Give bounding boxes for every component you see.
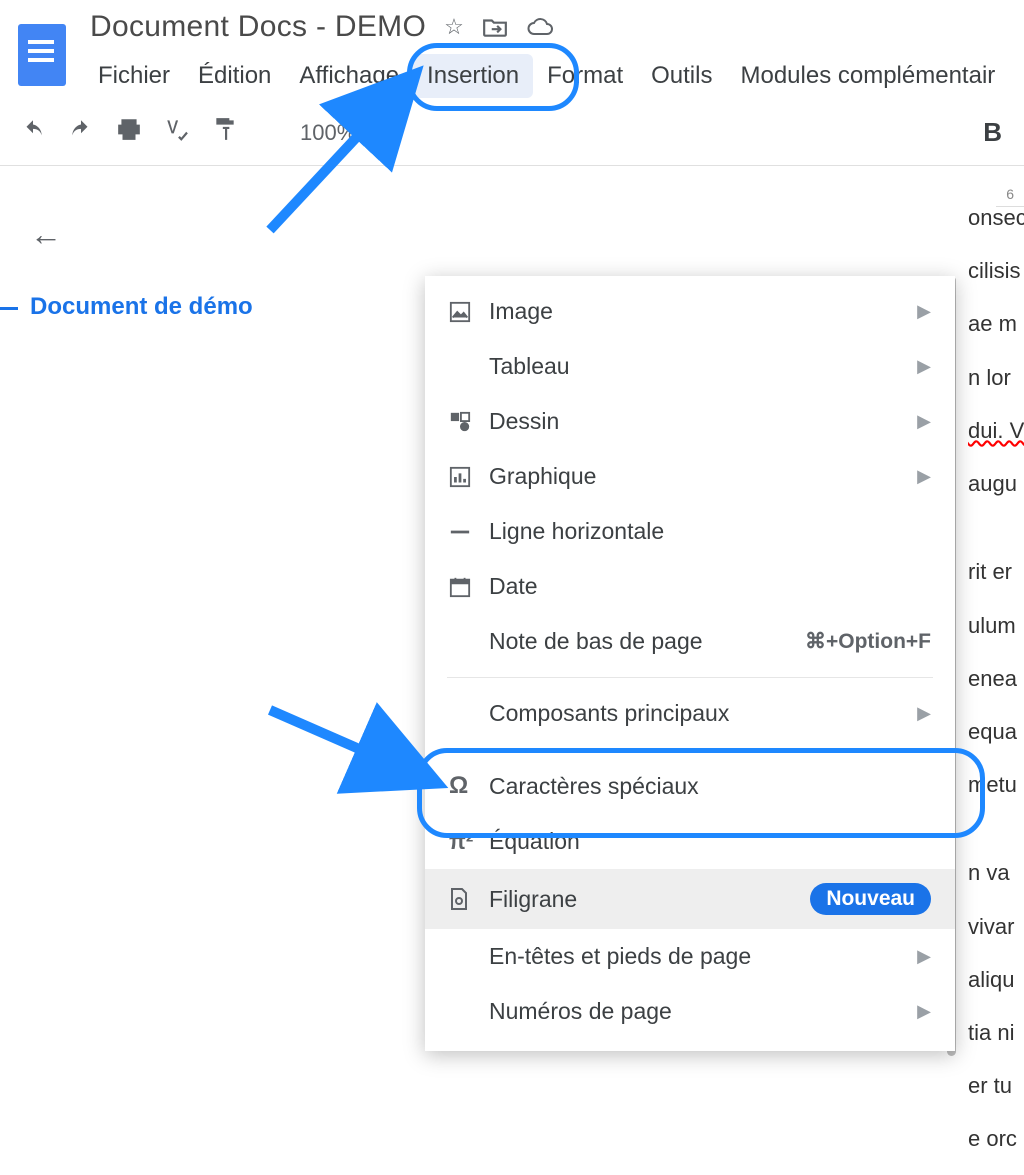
menu-file[interactable]: Fichier	[84, 54, 184, 98]
chevron-right-icon: ▶	[917, 411, 931, 432]
menu-item-drawing[interactable]: Dessin ▶	[425, 394, 955, 449]
menu-item-headers-footers[interactable]: En-têtes et pieds de page ▶	[425, 929, 955, 984]
title-area: Document Docs - DEMO ☆ Fichier Édition A…	[78, 10, 1024, 98]
star-icon[interactable]: ☆	[444, 14, 464, 40]
menubar: Fichier Édition Affichage Insertion Form…	[78, 54, 1024, 98]
menu-view[interactable]: Affichage	[285, 54, 413, 98]
cloud-status-icon[interactable]	[526, 17, 554, 37]
menu-tools[interactable]: Outils	[637, 54, 726, 98]
menu-item-chart[interactable]: Graphique ▶	[425, 449, 955, 504]
outline-panel: ← Document de démo	[0, 166, 420, 966]
menu-edit[interactable]: Édition	[184, 54, 285, 98]
main-area: ← Document de démo Image ▶ Tableau ▶ Des…	[0, 166, 1024, 966]
header: Document Docs - DEMO ☆ Fichier Édition A…	[0, 0, 1024, 98]
menu-item-date[interactable]: Date	[425, 559, 955, 614]
menu-item-footnote[interactable]: Note de bas de page ⌘+Option+F	[425, 614, 955, 669]
menu-separator	[447, 749, 933, 750]
chevron-right-icon: ▶	[917, 946, 931, 967]
shortcut-label: ⌘+Option+F	[805, 629, 931, 654]
menu-item-table[interactable]: Tableau ▶	[425, 339, 955, 394]
calendar-icon	[449, 576, 489, 598]
menu-item-special-chars[interactable]: Ω Caractères spéciaux	[425, 758, 955, 814]
watermark-icon	[449, 887, 489, 911]
chevron-right-icon: ▶	[917, 703, 931, 724]
menu-item-building-blocks[interactable]: Composants principaux ▶	[425, 686, 955, 741]
drawing-icon	[449, 411, 489, 433]
chevron-right-icon: ▶	[917, 1001, 931, 1022]
document-title[interactable]: Document Docs - DEMO	[90, 10, 426, 44]
insert-dropdown: Image ▶ Tableau ▶ Dessin ▶ Graphique ▶	[425, 276, 955, 1051]
undo-icon[interactable]	[20, 117, 46, 148]
document-text-peek: onsec cilisis ae m n lor dui. V augu rit…	[968, 200, 1024, 1175]
horizontal-line-icon	[449, 521, 489, 543]
image-icon	[449, 301, 489, 323]
chart-icon	[449, 466, 489, 488]
move-folder-icon[interactable]	[482, 16, 508, 38]
bold-button[interactable]: B	[983, 117, 1002, 148]
zoom-level[interactable]: 100%	[300, 120, 356, 146]
toolbar: 100% B	[0, 98, 1024, 166]
menu-item-horizontal-line[interactable]: Ligne horizontale	[425, 504, 955, 559]
menu-item-equation[interactable]: π² Équation	[425, 814, 955, 869]
redo-icon[interactable]	[68, 117, 94, 148]
chevron-right-icon: ▶	[917, 301, 931, 322]
spellcheck-icon[interactable]	[164, 116, 190, 149]
new-badge: Nouveau	[810, 883, 931, 915]
docs-logo[interactable]	[16, 20, 68, 90]
menu-format[interactable]: Format	[533, 54, 637, 98]
menu-separator	[447, 677, 933, 678]
outline-back-arrow-icon[interactable]: ←	[30, 216, 420, 253]
outline-item[interactable]: Document de démo	[30, 293, 420, 321]
omega-icon: Ω	[449, 772, 489, 800]
paint-format-icon[interactable]	[212, 116, 238, 149]
chevron-right-icon: ▶	[917, 466, 931, 487]
menu-addons[interactable]: Modules complémentair	[726, 54, 1009, 98]
pi-icon: π²	[449, 829, 489, 855]
print-icon[interactable]	[116, 117, 142, 148]
menu-item-page-numbers[interactable]: Numéros de page ▶	[425, 984, 955, 1039]
menu-insert[interactable]: Insertion	[413, 54, 533, 98]
menu-item-image[interactable]: Image ▶	[425, 284, 955, 339]
chevron-right-icon: ▶	[917, 356, 931, 377]
menu-item-watermark[interactable]: Filigrane Nouveau	[425, 869, 955, 929]
